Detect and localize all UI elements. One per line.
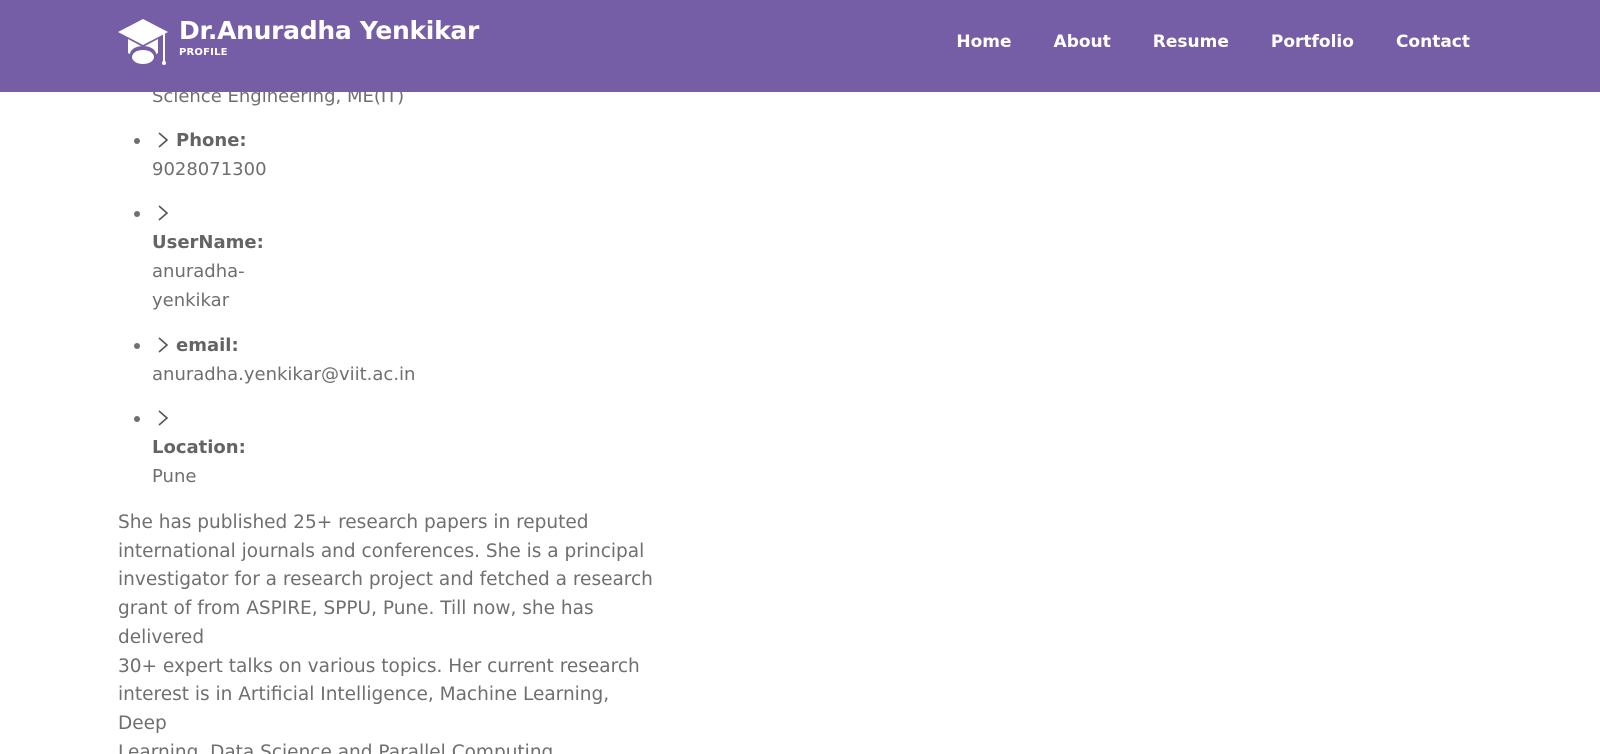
email-label: email: <box>176 335 239 356</box>
bio-line: investigator for a research project and … <box>118 569 653 591</box>
graduation-cap-icon[interactable] <box>116 17 170 67</box>
bio-line: interest is in Artificial Intelligence, … <box>118 684 610 734</box>
site-subtitle: PROFILE <box>179 47 228 58</box>
nav-portfolio[interactable]: Portfolio <box>1271 32 1354 52</box>
bullet <box>134 211 140 217</box>
location-value: Pune <box>152 466 197 487</box>
bullet <box>134 343 140 349</box>
username-value-line1: anuradha- <box>152 261 245 282</box>
chevron-right-icon <box>154 407 172 429</box>
bio-line: Learning, Data Science and Parallel Comp… <box>118 741 554 754</box>
bio-line: 30+ expert talks on various topics. Her … <box>118 655 640 677</box>
username-value-line2: yenkikar <box>152 290 230 311</box>
chevron-right-icon <box>154 334 172 356</box>
username-label: UserName: <box>152 232 264 253</box>
bio-line: international journals and conferences. … <box>118 540 645 562</box>
bullet <box>134 138 140 144</box>
about-content: Science Engineering, ME(IT) Phone: 90280… <box>0 0 1600 754</box>
nav-about[interactable]: About <box>1054 32 1111 52</box>
phone-label: Phone: <box>176 130 247 151</box>
location-label: Location: <box>152 437 246 458</box>
bio-paragraph: She has published 25+ research papers in… <box>118 509 658 754</box>
bio-line: She has published 25+ research papers in… <box>118 512 589 533</box>
bio-line: grant of from ASPIRE, SPPU, Pune. Till n… <box>118 598 594 648</box>
nav-resume[interactable]: Resume <box>1153 32 1229 52</box>
phone-value: 9028071300 <box>152 159 267 180</box>
email-value[interactable]: anuradha.yenkikar@viit.ac.in <box>152 360 415 389</box>
nav-contact[interactable]: Contact <box>1396 32 1470 52</box>
site-title[interactable]: Dr.Anuradha Yenkikar <box>179 16 479 45</box>
nav-home[interactable]: Home <box>956 32 1011 52</box>
main-nav: Home About Resume Portfolio Contact <box>914 32 1470 52</box>
bullet <box>134 416 140 422</box>
site-header: Dr.Anuradha Yenkikar PROFILE Home About … <box>0 0 1600 92</box>
chevron-right-icon <box>154 129 172 151</box>
chevron-right-icon <box>154 202 172 224</box>
